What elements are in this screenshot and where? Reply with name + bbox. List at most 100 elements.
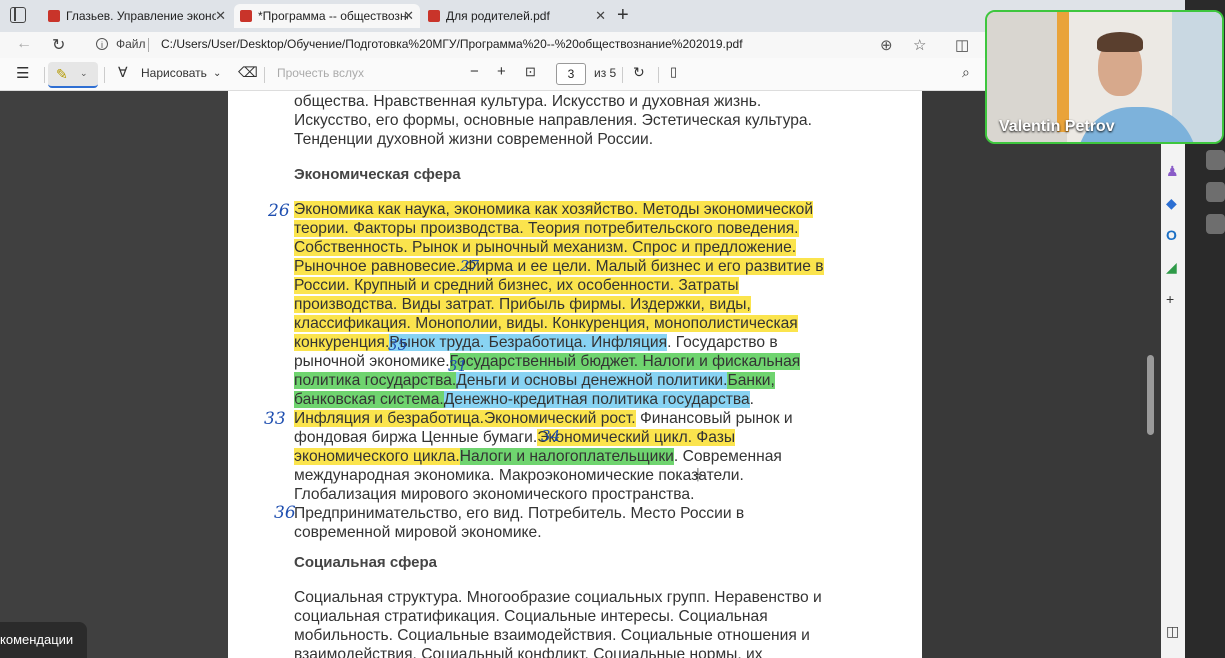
text-line: мобильность. Социальные взаимодействия. … <box>294 627 810 644</box>
split-screen-icon[interactable]: ◫ <box>955 36 969 54</box>
highlighter-icon: ✎ <box>56 66 68 82</box>
pdf-icon <box>428 10 440 22</box>
info-icon[interactable]: i <box>96 38 108 50</box>
highlight-yellow: экономического цикла. <box>294 448 460 465</box>
highlight-blue: Деньги и основы денежной политики. <box>456 372 728 389</box>
scrollbar[interactable] <box>1147 355 1154 435</box>
text-fragment: . Современная <box>673 448 782 465</box>
rotate-icon[interactable]: ↻ <box>633 64 645 81</box>
outlook-icon[interactable]: O <box>1166 227 1177 243</box>
highlight-blue: Рынок труда. Безработица. Инфляция <box>389 334 668 351</box>
highlight-yellow: классификация. Монополии, виды. Конкурен… <box>294 315 798 332</box>
refresh-button[interactable]: ↻ <box>52 35 65 55</box>
zoom-out-icon[interactable]: − <box>470 63 479 80</box>
highlight-yellow: Экономический цикл. Фазы <box>537 429 736 446</box>
office-icon[interactable]: ◆ <box>1166 195 1177 212</box>
divider <box>658 67 659 83</box>
participant-name: Valentin Petrov <box>999 118 1115 135</box>
page-view-icon[interactable]: ▯ <box>670 64 677 80</box>
text-line: экономического цикла.Налоги и налогоплат… <box>294 448 782 466</box>
close-icon[interactable]: ✕ <box>215 4 226 28</box>
highlight-yellow: теории. Факторы производства. Теория пот… <box>294 220 799 237</box>
divider <box>264 67 265 83</box>
text-line: конкуренция.Рынок труда. Безработица. Ин… <box>294 334 778 352</box>
highlight-button[interactable]: ✎ ⌄ <box>48 62 98 88</box>
text-line: теории. Факторы производства. Теория пот… <box>294 220 799 238</box>
text-line: Экономика как наука, экономика как хозяй… <box>294 201 814 219</box>
close-icon[interactable]: ✕ <box>595 4 606 28</box>
section-heading: Экономическая сфера <box>294 166 461 183</box>
text-fragment: . Государство в <box>667 334 778 351</box>
contents-list-icon[interactable]: ☰ <box>16 64 29 82</box>
tab-glazyev[interactable]: Глазьев. Управление экономи ✕ <box>42 4 232 28</box>
cursor-icon: ┼ <box>694 469 702 481</box>
close-icon[interactable]: ✕ <box>403 4 414 28</box>
text-line: современной мировой экономике. <box>294 524 542 541</box>
new-tab-button[interactable]: + <box>617 4 629 26</box>
highlight-yellow: Экономический рост. <box>483 410 636 427</box>
url-field[interactable]: C:/Users/User/Desktop/Обучение/Подготовк… <box>161 37 743 51</box>
ink-annotation: 31 <box>448 357 468 375</box>
text-line: классификация. Монополии, виды. Конкурен… <box>294 315 798 333</box>
edge-sidebar: ♟ ◆ O ◢ + ◫ <box>1161 91 1185 658</box>
tab-title: *Программа -- обществознани <box>258 9 408 23</box>
text-line: банковская система.Денежно-кредитная пол… <box>294 391 754 409</box>
favorite-star-icon[interactable]: ☆ <box>913 36 926 54</box>
page-number-input[interactable]: 3 <box>556 63 586 85</box>
highlight-green: Банки, <box>727 372 775 389</box>
add-icon[interactable]: + <box>1166 291 1174 307</box>
highlight-yellow: Экономика как наука, экономика как хозяй… <box>294 201 814 218</box>
ink-annotation: 36 <box>274 503 296 523</box>
page-total-label: из 5 <box>594 66 617 80</box>
text-line: Инфляция и безработица.Экономический рос… <box>294 410 793 428</box>
people-icon[interactable]: ♟ <box>1166 163 1179 180</box>
background-shelf <box>1057 12 1069 132</box>
section-heading: Социальная сфера <box>294 554 437 571</box>
text-line: взаимодействия. Социальный конфликт. Соц… <box>294 646 763 658</box>
highlight-green: Государственный бюджет. Налоги и фискаль… <box>449 353 801 370</box>
file-scheme-label: Файл <box>116 37 146 51</box>
recommendations-popup[interactable]: комендации <box>0 622 87 658</box>
draw-button[interactable]: Нарисовать <box>141 66 207 80</box>
tab-programma[interactable]: *Программа -- обществознани ✕ <box>234 4 420 28</box>
tab-dlya-roditeley[interactable]: Для родителей.pdf ✕ <box>422 4 612 28</box>
chevron-down-icon: ⌄ <box>80 68 88 78</box>
highlight-yellow: России. Крупный и средний бизнес, их осо… <box>294 277 739 294</box>
text-line: рыночной экономике.Государственный бюдже… <box>294 353 801 371</box>
text-line: социальная стратификация. Социальные инт… <box>294 608 768 625</box>
tab-title: Для родителей.pdf <box>446 9 550 23</box>
search-icon[interactable]: ⌕ <box>962 64 970 81</box>
zoom-in-icon[interactable]: + <box>497 63 506 80</box>
ink-annotation: 26 <box>268 201 290 221</box>
back-button[interactable]: ← <box>16 35 32 53</box>
eraser-icon[interactable]: ⌫ <box>238 64 258 81</box>
divider <box>104 67 105 83</box>
text-line: Предпринимательство, его вид. Потребител… <box>294 505 745 522</box>
read-aloud-button[interactable]: Прочесть вслух <box>277 66 364 80</box>
text-fragment: рыночной экономике. <box>294 353 450 370</box>
text-line: Социальная структура. Многообразие социа… <box>294 589 822 606</box>
text-line: Глобализация мирового экономического про… <box>294 486 695 503</box>
text-fragment: Финансовый рынок и <box>635 410 793 427</box>
text-line: Рыночное равновесие. Фирма и ее цели. Ма… <box>294 258 824 276</box>
text-fragment: . <box>749 391 755 408</box>
ghost-icon <box>1206 150 1225 170</box>
tab-actions-icon[interactable] <box>10 7 26 23</box>
highlight-yellow: конкуренция. <box>294 334 390 351</box>
divider <box>148 38 149 52</box>
ink-annotation: 27 <box>460 257 480 275</box>
chevron-down-icon[interactable]: ⌄ <box>213 68 221 79</box>
highlight-green: Налоги и налогоплательщики <box>459 448 674 465</box>
pdf-icon <box>240 10 252 22</box>
sidebar-toggle-icon[interactable]: ◫ <box>1166 623 1179 640</box>
text-line: производства. Виды затрат. Прибыль фирмы… <box>294 296 751 314</box>
zoom-icon[interactable]: ⊕ <box>880 36 893 54</box>
highlight-yellow: Инфляция и безработица. <box>294 410 484 427</box>
text-line: фондовая биржа Ценные бумаги.Экономическ… <box>294 429 736 447</box>
ghost-icon <box>1206 214 1225 234</box>
drop-icon[interactable]: ◢ <box>1166 259 1177 276</box>
tab-title: Глазьев. Управление экономи <box>66 9 216 23</box>
highlight-yellow: производства. Виды затрат. Прибыль фирмы… <box>294 296 751 313</box>
fit-page-icon[interactable]: ⊡ <box>525 64 536 80</box>
highlight-yellow: Собственность. Рынок и рыночный механизм… <box>294 239 797 256</box>
